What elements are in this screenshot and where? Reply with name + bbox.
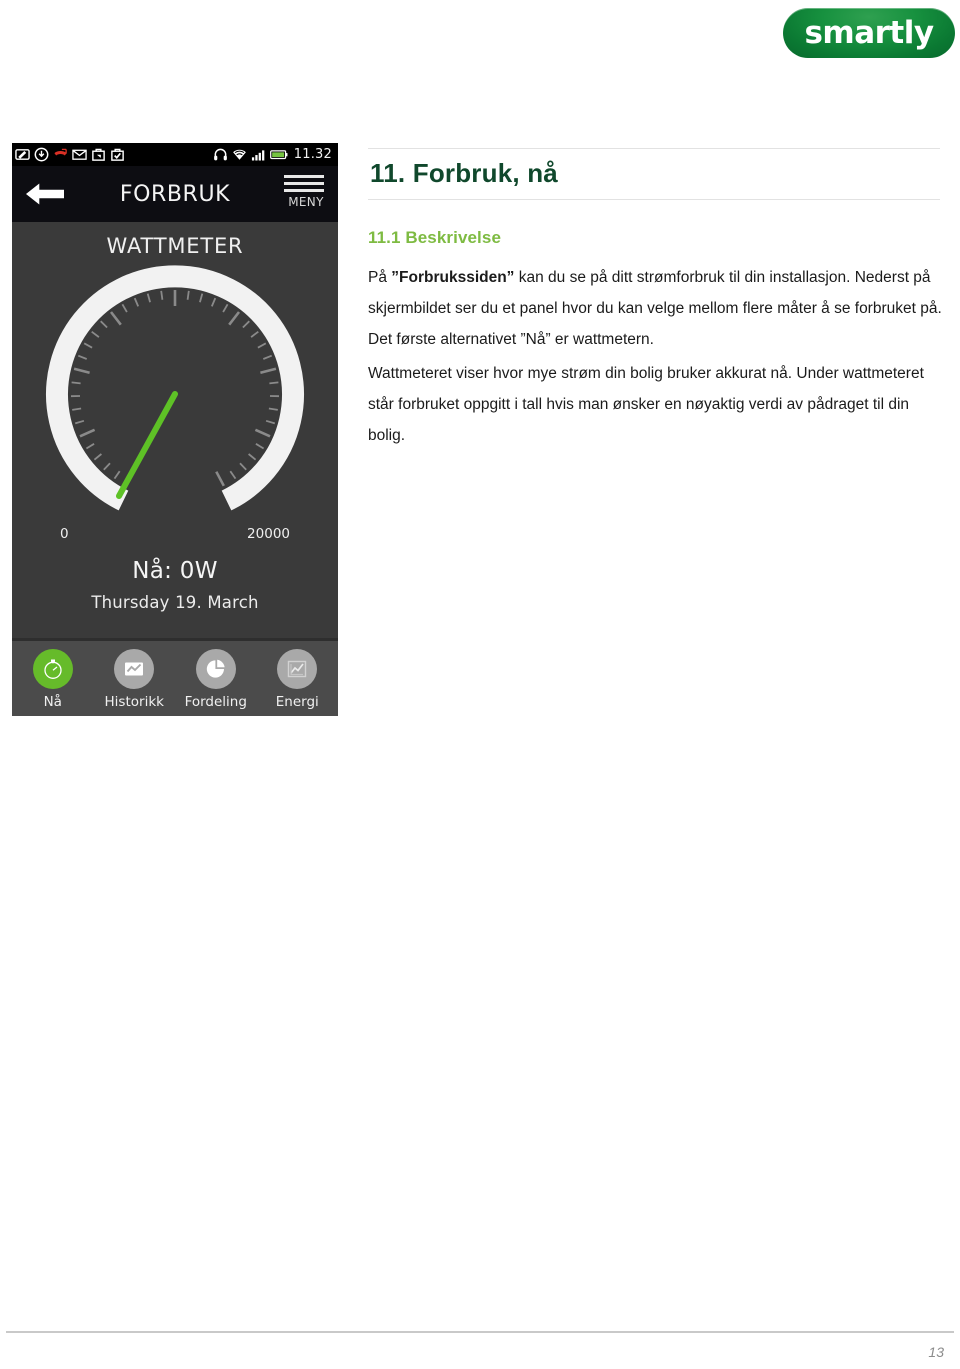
current-power-value: Nå: 0W: [132, 558, 218, 584]
tab-energi[interactable]: Energi: [257, 649, 339, 710]
wattmeter-heading: WATTMETER: [106, 234, 244, 258]
menu-label: MENY: [288, 195, 324, 209]
tab-fordeling-label: Fordeling: [184, 694, 247, 710]
status-bar-time: 11.32: [293, 147, 332, 162]
tab-fordeling-circle: [195, 649, 236, 689]
gauge-widget: [12, 264, 338, 532]
page-title-block: 11. Forbruk, nå: [368, 148, 940, 200]
tab-historikk[interactable]: Historikk: [94, 649, 176, 710]
line-chart-icon: [125, 662, 144, 676]
note-icon: [15, 149, 30, 160]
footer-divider: [6, 1331, 954, 1333]
wifi-icon: [232, 149, 246, 160]
download-clock-icon: [34, 147, 49, 162]
tab-na-circle: [32, 649, 73, 689]
paragraph-1-bold: ”Forbrukssiden”: [391, 269, 515, 286]
tab-historikk-circle: [114, 649, 155, 689]
page-number: 13: [928, 1344, 944, 1360]
gauge-chart: [46, 265, 304, 511]
headphone-icon: [213, 148, 227, 161]
pie-chart-icon: [206, 659, 225, 678]
hamburger-line-2: [284, 182, 324, 185]
section-heading: 11.1 Beskrivelse: [368, 228, 501, 247]
stopwatch-icon: [44, 659, 62, 679]
app-check-bag-icon: [111, 148, 124, 161]
hamburger-line-3: [284, 189, 324, 192]
battery-icon: [269, 150, 288, 160]
phone-screenshot: 11.32 FORBRUK MENY WATTMETER 0 20000 Nå:…: [12, 143, 338, 716]
status-bar-left-icons: [15, 147, 125, 162]
paragraph-description-2: Wattmeteret viser hvor mye strøm din bol…: [368, 365, 924, 444]
status-bar-right-icons: 11.32: [213, 143, 332, 166]
hamburger-line-1: [284, 175, 324, 178]
status-bar: 11.32: [12, 143, 338, 166]
app-bag-icon: [92, 148, 105, 161]
bottom-tab-bar: Nå Historikk Fordeling Energi: [12, 638, 338, 716]
tab-na[interactable]: Nå: [12, 649, 94, 710]
tab-fordeling[interactable]: Fordeling: [175, 649, 257, 710]
missed-call-icon: [54, 148, 67, 156]
tab-energi-label: Energi: [275, 694, 319, 710]
tab-historikk-label: Historikk: [104, 694, 164, 710]
paragraph-1-pre: På: [368, 269, 392, 286]
menu-button[interactable]: MENY: [284, 175, 328, 209]
app-navbar: FORBRUK MENY: [12, 166, 338, 222]
logo-text: smartly: [804, 15, 934, 51]
tab-na-label: Nå: [43, 694, 62, 710]
brand-logo: smartly: [783, 8, 955, 58]
gauge-needle: [116, 391, 178, 499]
back-arrow-icon[interactable]: [26, 180, 64, 208]
title-rule-bottom: [368, 199, 940, 200]
document-page: smartly 11. Forbruk, nå 11.1 Beskrivelse…: [0, 0, 960, 1369]
page-title: 11. Forbruk, nå: [370, 158, 558, 188]
graph-icon: [288, 660, 307, 678]
mail-icon: [72, 149, 87, 160]
signal-bars-icon: [251, 150, 265, 161]
current-date: Thursday 19. March: [91, 593, 259, 612]
paragraph-description-1: På ”Forbrukssiden” kan du se på ditt str…: [368, 262, 943, 355]
logo-pill: smartly: [783, 8, 955, 58]
tab-energi-circle: [277, 649, 318, 689]
